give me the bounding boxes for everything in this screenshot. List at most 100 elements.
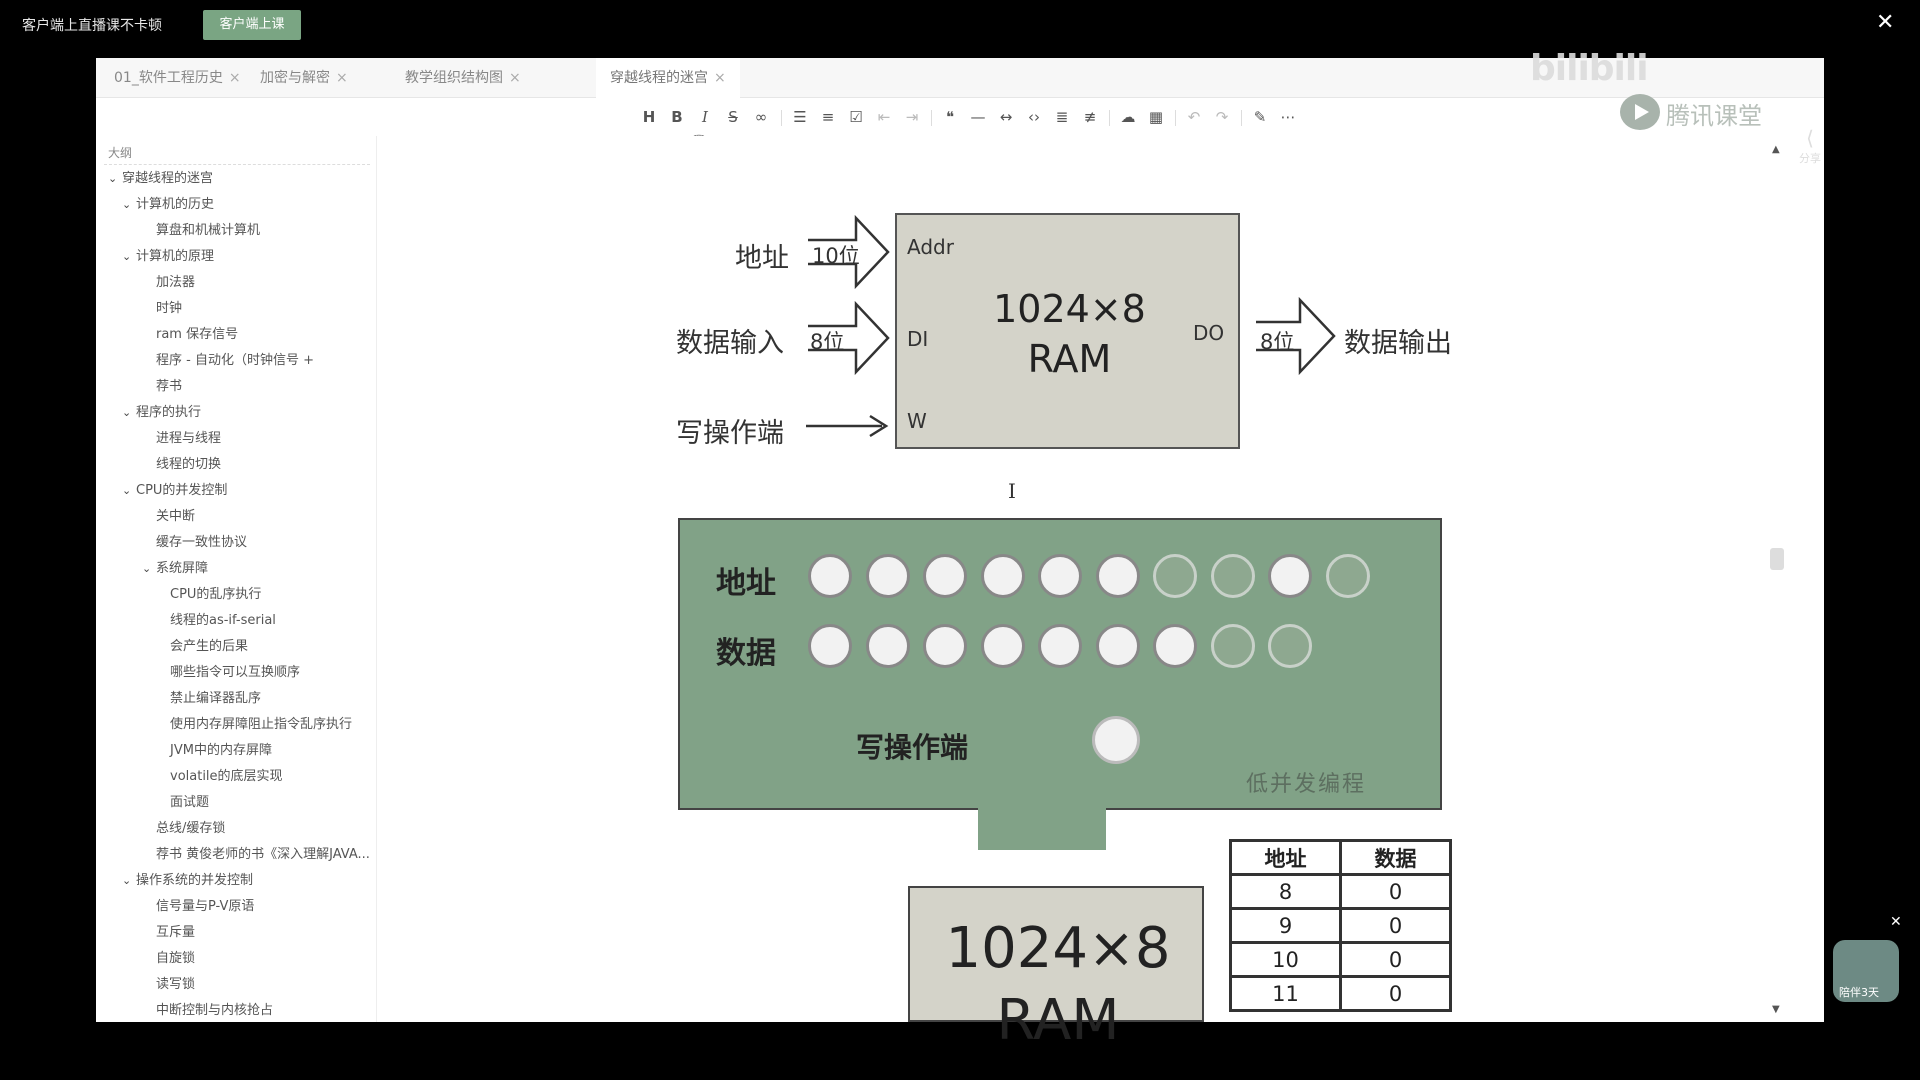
outline-item-label: 互斥量 [156, 925, 196, 940]
outline-item[interactable]: 读写锁 [142, 974, 195, 996]
outline-item[interactable]: CPU的乱序执行 [156, 584, 261, 606]
mascot-widget[interactable]: 陪伴3天 [1833, 940, 1899, 1002]
outline-item[interactable]: ⌄ 穿越线程的迷宫 [108, 168, 213, 190]
pen-icon[interactable]: ✎ [1249, 106, 1271, 128]
outline-item-label: 总线/缓存锁 [156, 821, 226, 836]
led-write-label: 写操作端 [856, 731, 969, 764]
outline-item[interactable]: 关中断 [142, 506, 195, 528]
chevron-down-icon[interactable]: ⌄ [122, 402, 136, 424]
data-in-bits: 8位 [810, 330, 845, 354]
outline-item[interactable]: volatile的底层实现 [156, 766, 283, 788]
scrollbar-thumb[interactable] [1770, 548, 1784, 570]
chevron-down-icon[interactable]: ⌄ [122, 480, 136, 502]
outline-item[interactable]: 信号量与P-V原语 [142, 896, 254, 918]
outline-item[interactable]: ⌄ 计算机的原理 [122, 246, 214, 268]
chevron-down-icon[interactable]: ⌄ [108, 168, 122, 190]
outline-item[interactable]: 面试题 [156, 792, 209, 814]
led-address-label: 地址 [716, 566, 776, 601]
tab-close-icon[interactable]: × [509, 70, 521, 86]
outline-item[interactable]: 禁止编译器乱序 [156, 688, 261, 710]
checkbox-icon[interactable]: ☑ [845, 106, 867, 128]
outline-item[interactable]: JVM中的内存屏障 [156, 740, 272, 762]
divider [1241, 110, 1242, 126]
outline-item[interactable]: 荐书 黄俊老师的书《深入理解JAVA... [142, 844, 370, 866]
outline-item[interactable]: 算盘和机械计算机 [142, 220, 260, 242]
outline-item-label: CPU的乱序执行 [170, 587, 262, 602]
code-block-icon[interactable]: ‹› [1023, 106, 1045, 128]
more-icon[interactable]: ⋯ [1277, 106, 1299, 128]
led-data-label: 数据 [716, 636, 776, 671]
outline-item[interactable]: ⌄ 程序的执行 [122, 402, 201, 424]
outline-item[interactable]: 互斥量 [142, 922, 195, 944]
outline-item[interactable]: ⌄ CPU的并发控制 [122, 480, 227, 502]
tab-org-chart[interactable]: 教学组织结构图 × [391, 58, 535, 98]
tab-close-icon[interactable]: × [336, 70, 348, 86]
share-button[interactable]: ⟨ 分享 [1796, 126, 1824, 166]
tab-thread-maze[interactable]: 穿越线程的迷宫 × [596, 58, 740, 98]
outline-item[interactable]: 线程的切换 [142, 454, 221, 476]
outline-item-label: 时钟 [156, 301, 183, 316]
outline-item-label: 面试题 [170, 795, 210, 810]
outline-item[interactable]: 进程与线程 [142, 428, 221, 450]
outline-item-label: 缓存一致性协议 [156, 535, 248, 550]
strikethrough-icon[interactable]: S [722, 106, 744, 128]
cloud-icon[interactable]: ☁ [1117, 106, 1139, 128]
outline-item-label: ram 保存信号 [156, 327, 239, 342]
chevron-down-icon[interactable]: ⌄ [122, 870, 136, 892]
heading-icon[interactable]: H [638, 106, 660, 128]
table-row: 90 [1229, 907, 1452, 944]
led-light [923, 554, 967, 598]
divider [104, 164, 370, 165]
tab-close-icon[interactable]: × [714, 70, 726, 86]
outline-item[interactable]: 荐书 [142, 376, 182, 398]
close-icon[interactable]: ✕ [1876, 10, 1894, 35]
outline-item[interactable]: 线程的as-if-serial [156, 610, 276, 632]
outline-item[interactable]: ⌄ 系统屏障 [142, 558, 208, 580]
bold-icon[interactable]: B [666, 106, 688, 128]
outline-item[interactable]: 使用内存屏障阻止指令乱序执行 [156, 714, 352, 736]
tab-close-icon[interactable]: × [229, 70, 241, 86]
led-light [1153, 624, 1197, 668]
link-icon[interactable]: ∞ [750, 106, 772, 128]
outline-item[interactable]: ⌄ 操作系统的并发控制 [122, 870, 253, 892]
outline-item[interactable]: 总线/缓存锁 [142, 818, 225, 840]
code-inline-icon[interactable]: ↔ [995, 106, 1017, 128]
horizontal-rule-icon[interactable]: — [967, 106, 989, 128]
bullet-list-icon[interactable]: ☰ [789, 106, 811, 128]
outline-item[interactable]: ⌄ 计算机的历史 [122, 194, 214, 216]
outline-item[interactable]: 中断控制与内核抢占 [142, 1000, 273, 1022]
redo-icon[interactable]: ↷ [1211, 106, 1233, 128]
led-light [1210, 624, 1255, 668]
text-cursor-icon: I [1008, 479, 1016, 503]
outline-item[interactable]: 时钟 [142, 298, 182, 320]
outline-item[interactable]: ram 保存信号 [142, 324, 238, 346]
format-clear-icon[interactable]: ≢ [1079, 106, 1101, 128]
numbered-list-icon[interactable]: ≡ [817, 106, 839, 128]
pip-close-icon[interactable]: ✕ [1890, 914, 1902, 930]
align-icon[interactable]: ≣ [1051, 106, 1073, 128]
tab-software-history[interactable]: 01_软件工程历史 × [100, 58, 255, 98]
outline-item[interactable]: 程序 - 自动化（时钟信号 + [142, 350, 314, 372]
chevron-down-icon[interactable]: ⌄ [122, 246, 136, 268]
undo-icon[interactable]: ↶ [1183, 106, 1205, 128]
quote-icon[interactable]: ❝ [939, 106, 961, 128]
share-icon: ⟨ [1806, 126, 1814, 150]
outline-item[interactable]: 缓存一致性协议 [142, 532, 247, 554]
scroll-up-icon[interactable]: ▲ [1772, 144, 1780, 155]
chevron-down-icon[interactable]: ⌄ [122, 194, 136, 216]
outdent-icon[interactable]: ⇤ [873, 106, 895, 128]
indent-icon[interactable]: ⇥ [901, 106, 923, 128]
led-light [980, 554, 1025, 598]
outline-item[interactable]: 哪些指令可以互换顺序 [156, 662, 300, 684]
chevron-down-icon[interactable]: ⌄ [142, 558, 156, 580]
italic-icon[interactable]: I [694, 106, 716, 128]
outline-item-label: 进程与线程 [156, 431, 222, 446]
table-icon[interactable]: ▦ [1145, 106, 1167, 128]
outline-item[interactable]: 会产生的后果 [156, 636, 248, 658]
client-class-button[interactable]: 客户端上课 [203, 10, 301, 40]
tab-encryption[interactable]: 加密与解密 × [246, 58, 362, 98]
scroll-down-icon[interactable]: ▼ [1772, 1004, 1780, 1015]
ram-size: 1024×8 [993, 287, 1146, 331]
outline-item[interactable]: 自旋锁 [142, 948, 195, 970]
outline-item[interactable]: 加法器 [142, 272, 195, 294]
